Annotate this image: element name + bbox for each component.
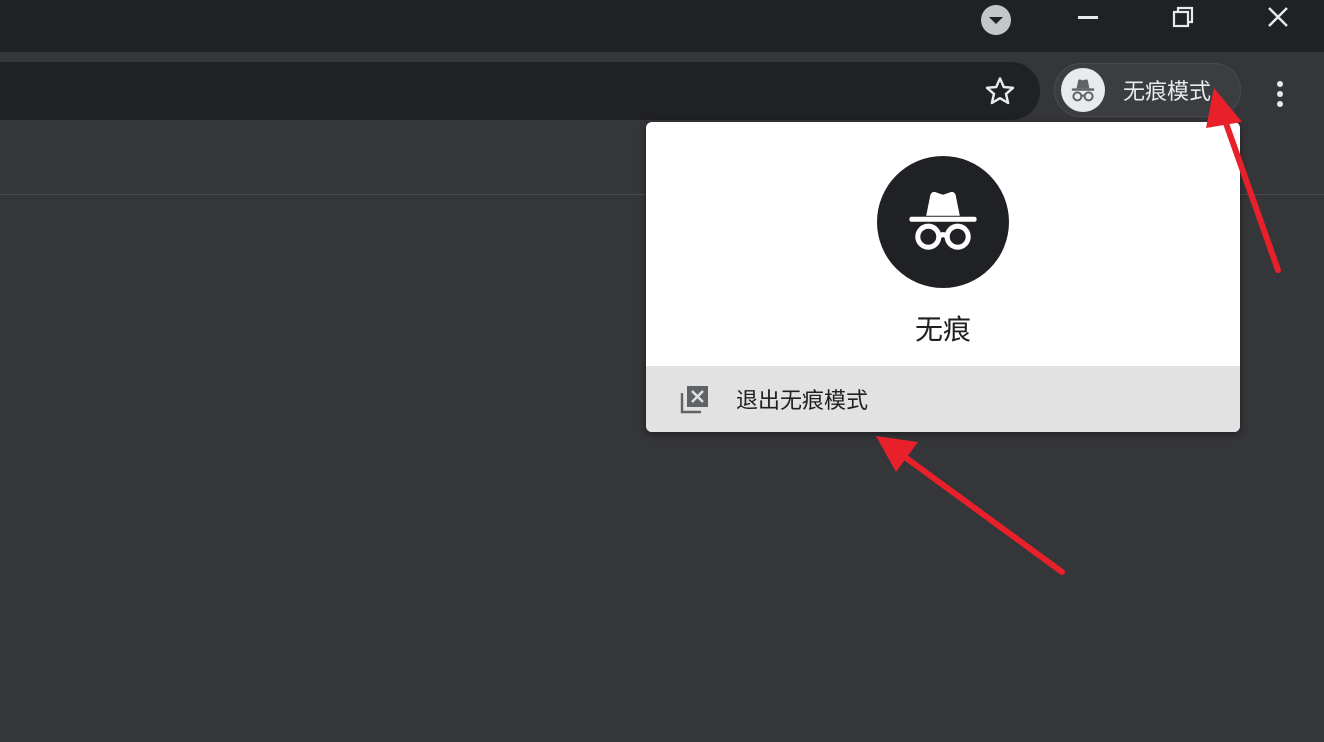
exit-incognito-label: 退出无痕模式 <box>736 389 869 414</box>
minimize-button[interactable] <box>1065 0 1111 34</box>
popup-avatar <box>877 156 1009 288</box>
close-button[interactable] <box>1255 0 1301 34</box>
close-icon <box>1268 7 1288 27</box>
tab-search-button[interactable] <box>980 4 1012 36</box>
restore-button[interactable] <box>1160 0 1206 34</box>
browser-menu-button[interactable] <box>1262 74 1298 114</box>
tab-search-icon <box>981 5 1011 35</box>
avatar <box>1061 68 1105 112</box>
incognito-profile-button[interactable]: 无痕模式 <box>1054 63 1241 117</box>
exit-incognito-button[interactable]: 退出无痕模式 <box>646 366 1240 432</box>
restore-icon <box>1172 6 1194 28</box>
bookmark-star-button[interactable] <box>980 75 1020 107</box>
address-bar[interactable] <box>0 62 1040 120</box>
profile-label: 无痕模式 <box>1123 80 1212 105</box>
profile-name: 无痕 <box>914 313 971 346</box>
more-vertical-icon <box>1277 81 1283 107</box>
toolbar: 无痕模式 <box>0 52 1324 122</box>
title-bar <box>0 0 1324 52</box>
exit-icon-wrap <box>678 382 712 416</box>
incognito-icon <box>909 191 977 250</box>
profile-menu-popup: 无痕 退出无痕模式 <box>646 122 1240 432</box>
minimize-icon <box>1078 16 1098 19</box>
incognito-icon <box>1071 79 1095 102</box>
star-icon <box>985 77 1015 105</box>
close-window-icon <box>680 386 708 414</box>
